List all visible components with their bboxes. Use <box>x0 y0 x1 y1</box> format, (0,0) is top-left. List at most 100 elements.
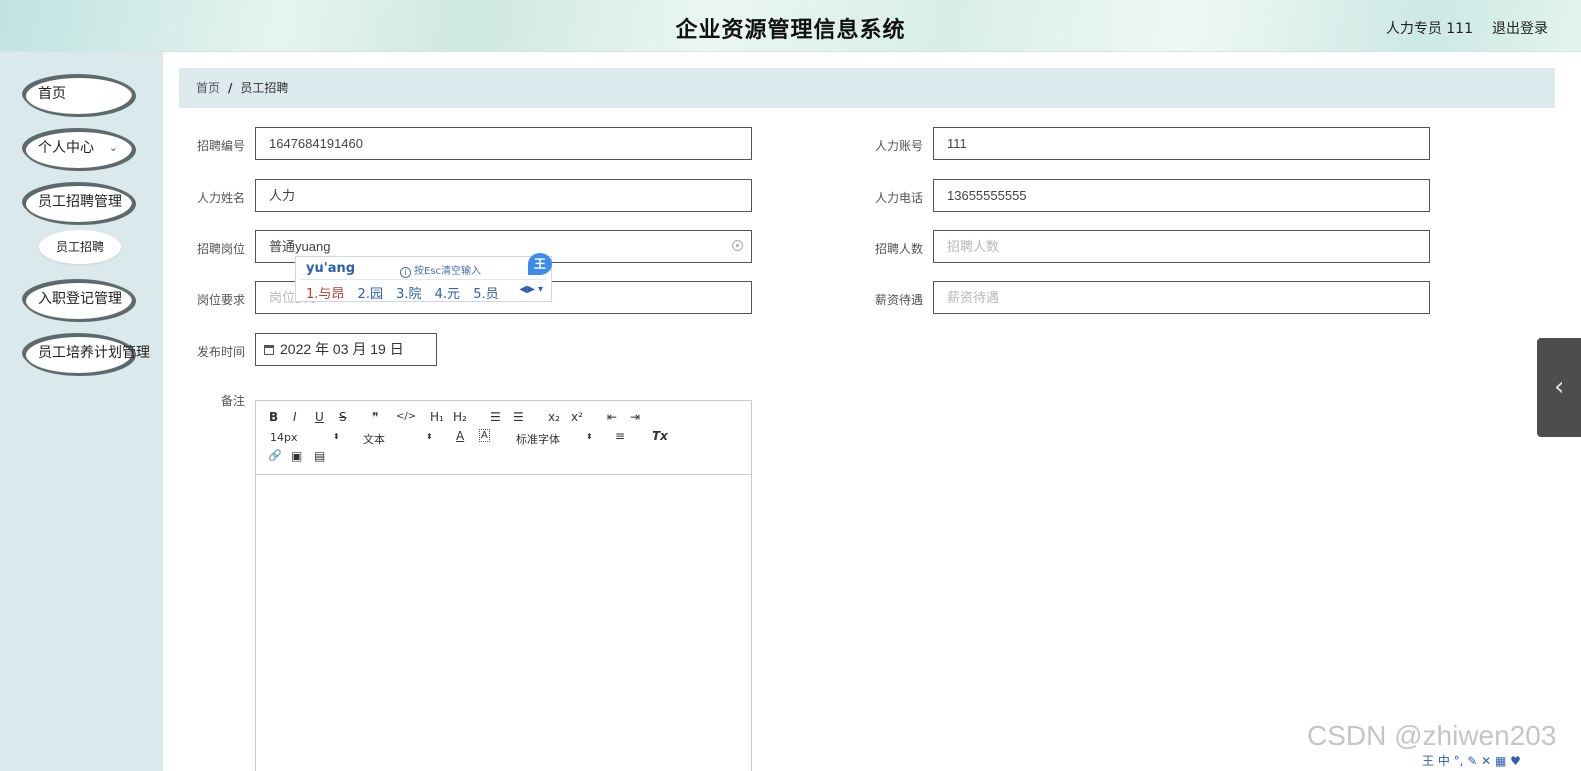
code-block-button[interactable]: </> <box>396 411 416 422</box>
ime-logo-icon: 王 <box>528 253 552 275</box>
salary-input[interactable] <box>947 282 1381 313</box>
hr-name-label: 人力姓名 <box>196 191 245 205</box>
current-user: 人力专员 111 <box>1385 21 1473 37</box>
ime-candidate[interactable]: 3.院 <box>396 287 421 302</box>
font-family-select[interactable]: 标准字体 ⬍ <box>516 431 596 447</box>
italic-button[interactable]: I <box>293 410 297 424</box>
rich-text-editor: B I U S ❞ </> H₁ H₂ ☰ ☰ x₂ x² ⇤ ⇥ 14px ⬍… <box>255 400 752 771</box>
ime-candidates: 1.与昂 2.园 3.院 4.元 5.员 <box>306 283 508 302</box>
ime-composition: yu'ang <box>306 261 356 276</box>
ime-candidate[interactable]: 4.元 <box>435 287 460 302</box>
select-arrows-icon: ⬍ <box>586 432 593 441</box>
header1-button[interactable]: H₁ <box>430 410 444 424</box>
bullet-list-button[interactable]: ☰ <box>513 410 524 424</box>
underline-button[interactable]: U <box>315 410 324 424</box>
text-type-value: 文本 <box>363 433 385 446</box>
recruit-no-value: 1647684191460 <box>269 136 363 151</box>
sidebar-item-label: 入职登记管理 <box>38 291 122 307</box>
ime-hint: i 按Esc清空输入 <box>400 262 481 278</box>
video-button[interactable]: ▤ <box>314 449 325 463</box>
recruit-no-label: 招聘编号 <box>196 139 245 153</box>
sidebar-item-home[interactable]: 首页 <box>22 74 132 114</box>
hr-name-value: 人力 <box>269 188 296 203</box>
watermark: CSDN @zhiwen203 <box>1307 720 1557 751</box>
indent-button[interactable]: ⇥ <box>630 410 640 424</box>
select-arrows-icon: ⬍ <box>426 432 433 441</box>
recruit-no-field[interactable]: 1647684191460 <box>255 127 752 160</box>
sidebar-item-recruitment-management[interactable]: 员工招聘管理 <box>22 182 132 222</box>
drawer-toggle[interactable]: ‹ <box>1537 338 1581 437</box>
font-size-value: 14px <box>270 431 298 444</box>
breadcrumb-home[interactable]: 首页 <box>196 68 220 108</box>
ime-status-tray: 王 中 °, ✎ ✕ ▦ ♥ <box>1422 752 1581 771</box>
strike-button[interactable]: S <box>339 410 347 424</box>
publish-time-value: 2022 年 03 月 19 日 <box>280 341 404 357</box>
image-button[interactable]: ▣ <box>291 449 302 463</box>
align-button[interactable]: ≡ <box>615 429 625 443</box>
chevron-left-icon: ‹ <box>1554 372 1565 402</box>
hr-account-label: 人力账号 <box>874 139 923 153</box>
headcount-label: 招聘人数 <box>874 242 923 256</box>
app-title: 企业资源管理信息系统 <box>675 18 906 43</box>
select-arrows-icon: ⬍ <box>333 432 340 441</box>
ime-candidate[interactable]: 2.园 <box>358 287 383 302</box>
sidebar-item-label: 员工招聘管理 <box>38 194 122 210</box>
blockquote-button[interactable]: ❞ <box>372 410 378 424</box>
sidebar-subitem-recruitment[interactable]: 员工招聘 <box>39 230 121 264</box>
sidebar-item-label: 首页 <box>38 86 66 102</box>
chevron-down-icon: ⌄ <box>108 141 118 154</box>
hr-phone-field[interactable]: 13655555555 <box>933 179 1430 212</box>
sidebar-item-personal-center[interactable]: 个人中心 ⌄ <box>22 128 132 168</box>
editor-content-area[interactable] <box>256 475 751 771</box>
subscript-button[interactable]: x₂ <box>548 410 560 424</box>
clean-format-button[interactable]: Tx <box>652 429 668 443</box>
hr-account-value: 111 <box>947 136 967 151</box>
ordered-list-button[interactable]: ☰ <box>490 410 501 424</box>
salary-label: 薪资待遇 <box>874 293 923 307</box>
sidebar-item-label: 个人中心 <box>38 140 94 156</box>
breadcrumb-current: 员工招聘 <box>240 81 289 95</box>
hr-phone-value: 13655555555 <box>947 188 1027 203</box>
hr-account-field[interactable]: 111 <box>933 127 1430 160</box>
ime-candidate-popup: yu'ang i 按Esc清空输入 1.与昂 2.园 3.院 4.元 5.员 ◀▶… <box>295 253 552 302</box>
sidebar-subitem-label: 员工招聘 <box>55 240 104 254</box>
clear-icon[interactable] <box>732 240 743 251</box>
header2-button[interactable]: H₂ <box>453 410 467 424</box>
calendar-icon <box>264 345 274 355</box>
sidebar-item-onboarding-management[interactable]: 入职登记管理 <box>22 279 132 319</box>
top-header: 企业资源管理信息系统 人力专员 111 退出登录 <box>0 0 1581 52</box>
text-type-select[interactable]: 文本 ⬍ <box>363 431 433 447</box>
hr-name-field[interactable]: 人力 <box>255 179 752 212</box>
publish-time-label: 发布时间 <box>196 345 245 359</box>
remarks-label: 备注 <box>220 394 245 408</box>
link-button[interactable]: 🔗 <box>268 449 282 462</box>
outdent-button[interactable]: ⇤ <box>607 410 617 424</box>
text-color-button[interactable]: A <box>456 429 464 443</box>
ime-candidate[interactable]: 1.与昂 <box>306 287 344 302</box>
headcount-input[interactable] <box>947 231 1381 262</box>
background-color-button[interactable]: A <box>479 429 490 442</box>
sidebar-item-training-plan-management[interactable]: 员工培养计划管理 <box>22 333 150 373</box>
requirements-label: 岗位要求 <box>196 293 245 307</box>
salary-field[interactable] <box>933 281 1430 314</box>
breadcrumb: 首页 / 员工招聘 <box>179 68 1555 108</box>
publish-time-picker[interactable]: 2022 年 03 月 19 日 <box>255 333 437 366</box>
bold-button[interactable]: B <box>269 410 278 424</box>
editor-toolbar: B I U S ❞ </> H₁ H₂ ☰ ☰ x₂ x² ⇤ ⇥ 14px ⬍… <box>256 401 751 475</box>
headcount-field[interactable] <box>933 230 1430 263</box>
font-family-value: 标准字体 <box>516 433 560 446</box>
position-value: 普通yuang <box>269 239 331 254</box>
ime-divider <box>300 279 547 280</box>
info-icon: i <box>400 267 411 278</box>
superscript-button[interactable]: x² <box>571 410 583 424</box>
position-label: 招聘岗位 <box>196 242 245 256</box>
ime-page-nav-icon[interactable]: ◀▶ ▾ <box>519 284 543 295</box>
ime-hint-text: 按Esc清空输入 <box>414 266 482 277</box>
ime-tray-icons: 王 中 °, ✎ ✕ ▦ ♥ <box>1422 754 1521 768</box>
breadcrumb-separator: / <box>228 81 233 95</box>
sidebar: 首页 个人中心 ⌄ 员工招聘管理 员工招聘 入职登记管理 员工培养计划管理 <box>0 52 163 771</box>
font-size-select[interactable]: 14px ⬍ <box>270 431 340 444</box>
logout-link[interactable]: 退出登录 <box>1492 18 1548 38</box>
ime-candidate[interactable]: 5.员 <box>473 287 498 302</box>
hr-phone-label: 人力电话 <box>874 191 923 205</box>
